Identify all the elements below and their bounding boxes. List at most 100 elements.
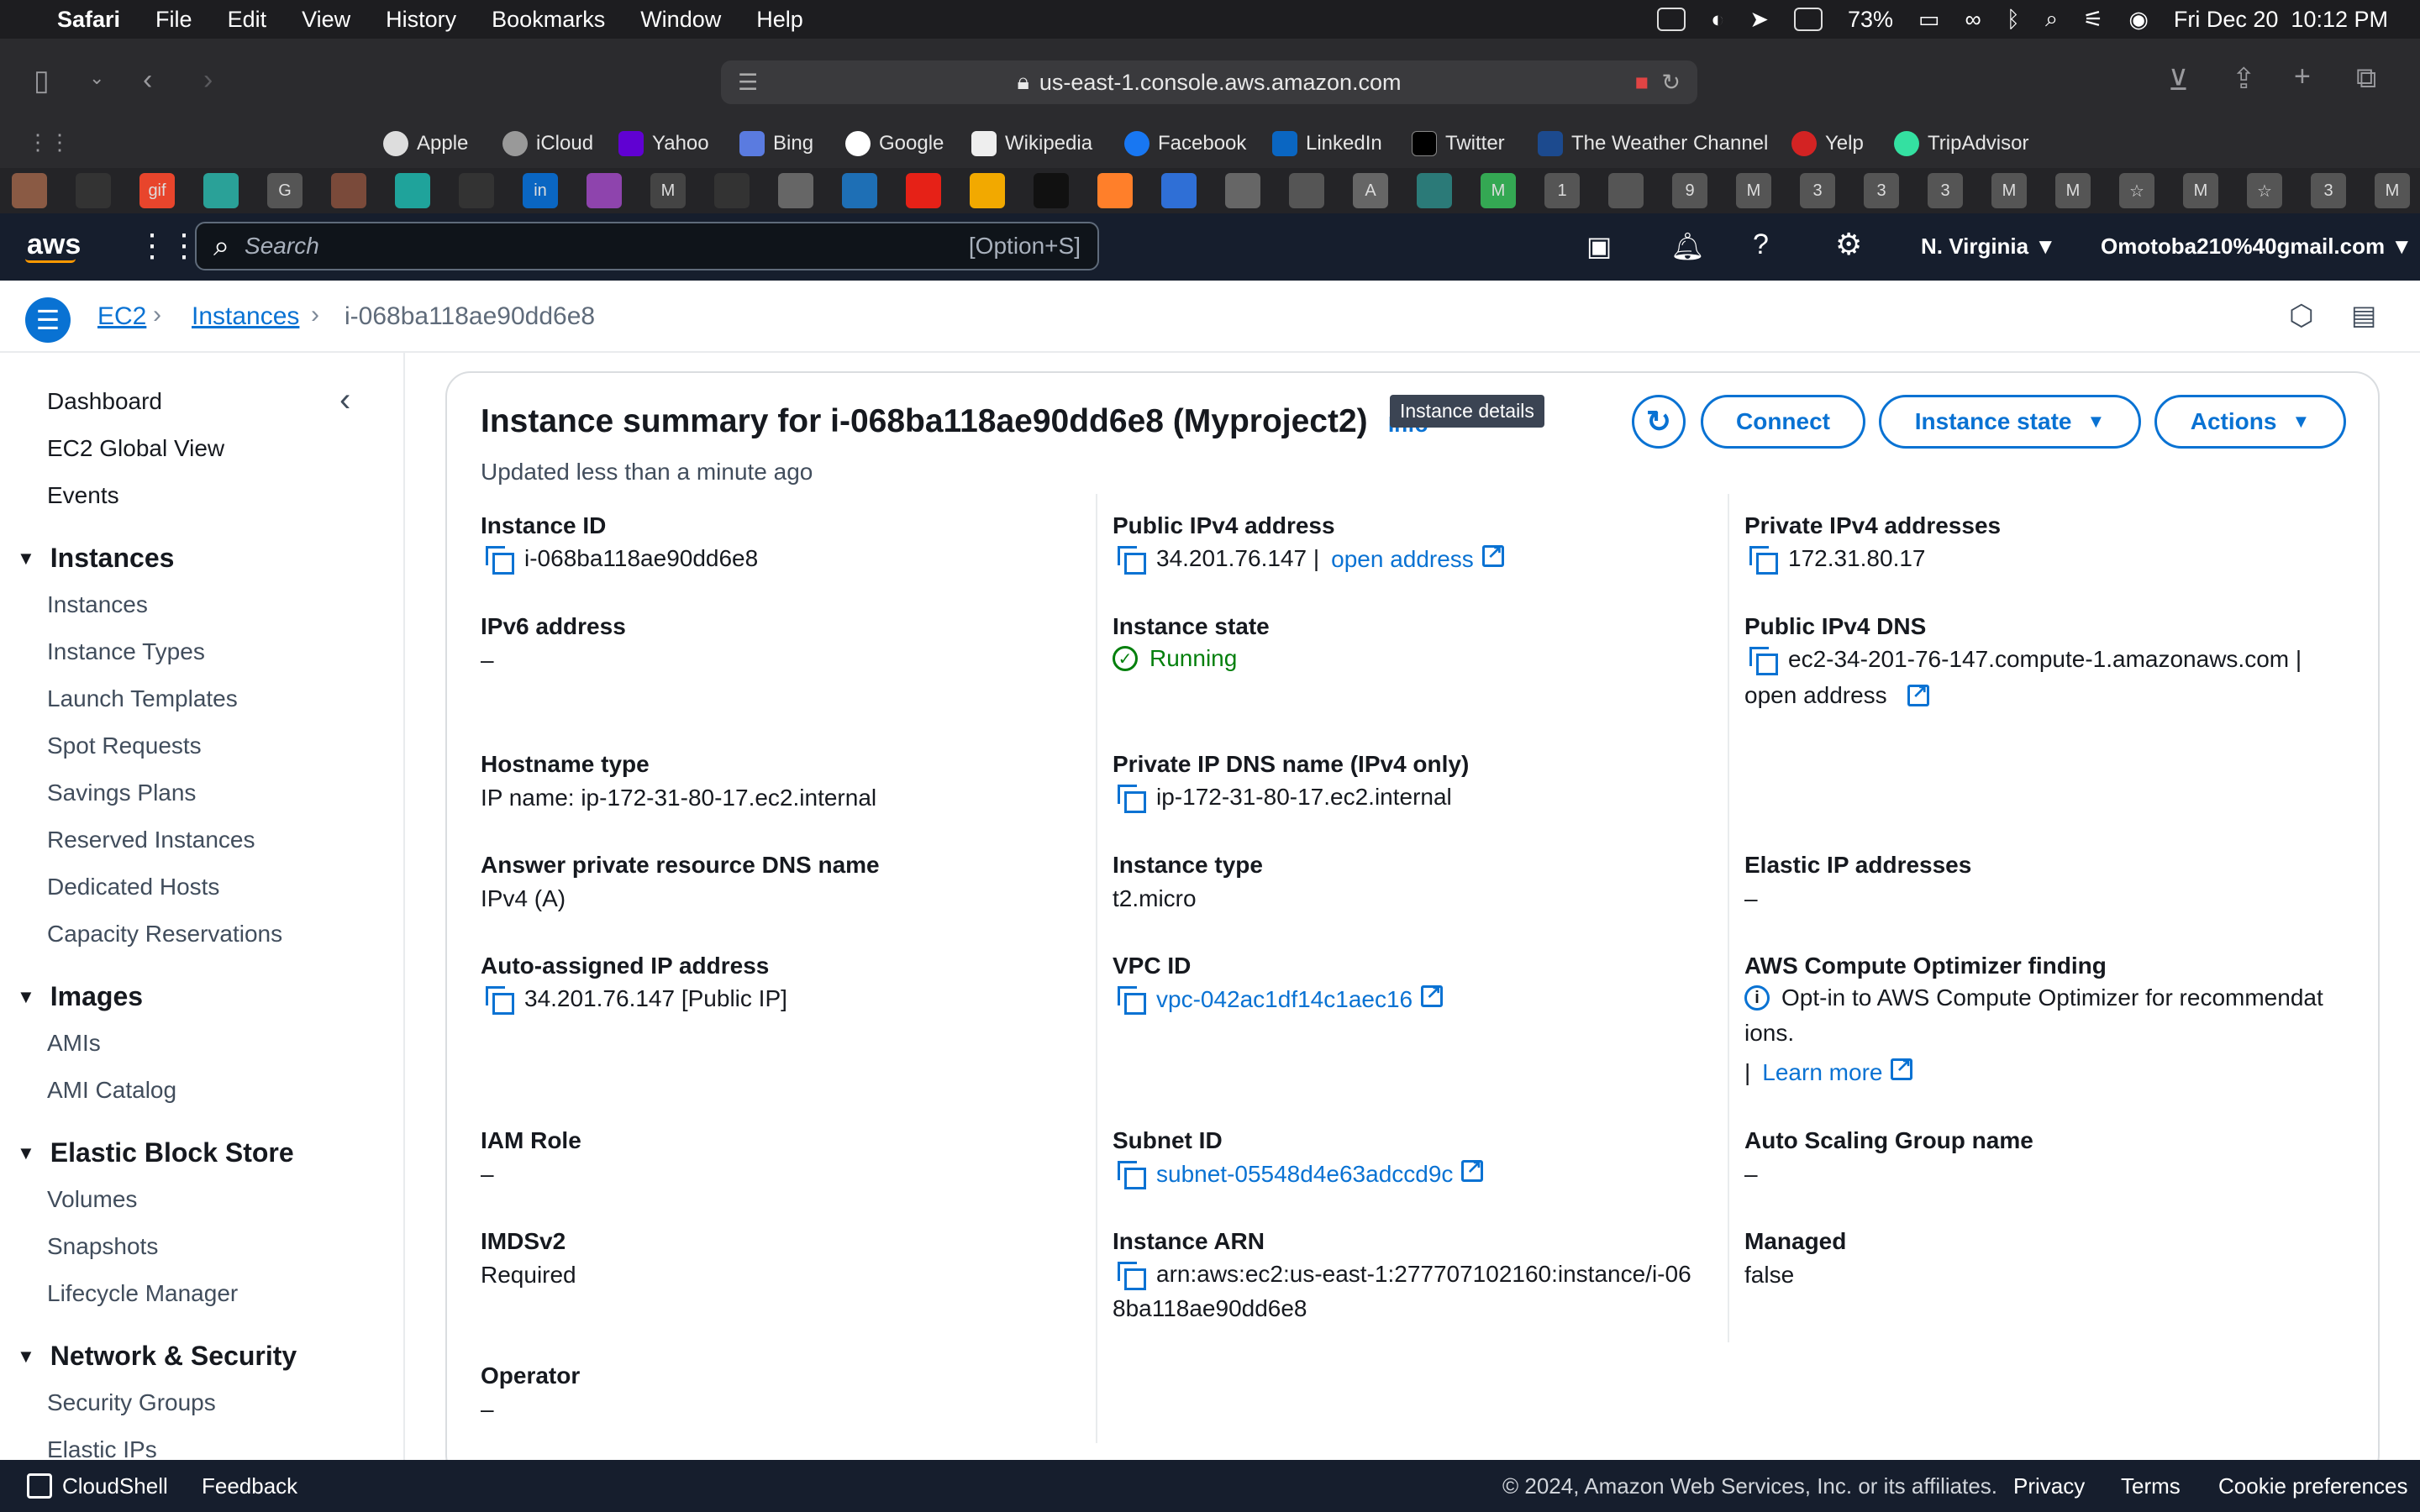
pinned-tab-icon[interactable] [842,173,877,208]
sidebar-item-ami-catalog[interactable]: AMI Catalog [47,1077,176,1104]
privacy-link[interactable]: Privacy [2013,1473,2085,1499]
page-menu-icon[interactable]: ☰ [738,70,758,96]
public-dns-open-address-link[interactable]: open address [1744,680,1929,709]
pinned-tab-icon[interactable] [203,173,239,208]
pinned-tab-icon[interactable] [1289,173,1324,208]
tutorial-panel-icon[interactable]: ▤ [2351,299,2376,331]
pinned-tab-icon[interactable]: ☆ [2119,173,2154,208]
address-bar[interactable]: ☰ 🔒︎ us-east-1.console.aws.amazon.com ■ … [721,60,1697,104]
new-tab-icon[interactable]: + [2294,60,2311,93]
pinned-tab-icon[interactable]: ☆ [2247,173,2282,208]
pinned-tab-icon[interactable]: gif [139,173,175,208]
pinned-tab-icon[interactable]: M [2055,173,2091,208]
battery-icon[interactable]: ▭ [1918,7,1940,33]
copy-icon[interactable] [1116,544,1146,575]
media-icon[interactable]: ◐ [1711,7,1724,33]
favorite-google[interactable]: Google [845,131,944,156]
menu-view[interactable]: View [302,7,350,33]
cloudshell-icon[interactable]: ▣ [1586,230,1612,262]
sidebar-section-images[interactable]: ▼ Images [17,981,143,1012]
sidebar-item-dashboard[interactable]: Dashboard [47,388,162,415]
reload-icon[interactable]: ↻ [1661,70,1681,96]
pinned-tab-icon[interactable] [1225,173,1260,208]
sidebar-item-spot-requests[interactable]: Spot Requests [47,732,202,759]
menu-edit[interactable]: Edit [228,7,267,33]
pinned-tab-icon[interactable] [906,173,941,208]
pinned-tab-icon[interactable] [1034,173,1069,208]
sidebar-item-capacity-reservations[interactable]: Capacity Reservations [47,921,282,948]
sidebar-item-instances[interactable]: Instances [47,591,148,618]
sidebar-item-snapshots[interactable]: Snapshots [47,1233,158,1260]
sidebar-item-events[interactable]: Events [47,482,119,509]
cookie-preferences-link[interactable]: Cookie preferences [2218,1473,2407,1499]
pinned-tab-icon[interactable]: M [1736,173,1771,208]
input-source-icon[interactable] [1793,8,1823,31]
connect-button[interactable]: Connect [1701,395,1865,449]
pinned-tab-icon[interactable]: A [1353,173,1388,208]
sidebar-item-security-groups[interactable]: Security Groups [47,1389,216,1416]
collapse-sidebar-icon[interactable]: ‹ [339,381,350,419]
actions-button[interactable]: Actions ▼ [2154,395,2346,449]
sidebar-item-volumes[interactable]: Volumes [47,1186,137,1213]
sidebar-item-global-view[interactable]: EC2 Global View [47,435,224,462]
share-icon[interactable]: ⇪ [2232,62,2256,96]
hexagon-icon[interactable]: ⬡ [2289,299,2314,333]
region-selector[interactable]: N. Virginia ▼ [1921,234,2056,260]
pinned-tab-icon[interactable]: 9 [1672,173,1707,208]
favorite-linkedin[interactable]: LinkedIn [1272,131,1382,156]
favorite-twitter[interactable]: Twitter [1412,131,1505,156]
sidebar-section-instances[interactable]: ▼ Instances [17,543,174,574]
breadcrumb-ec2[interactable]: EC2 [97,302,146,331]
menu-bookmarks[interactable]: Bookmarks [492,7,605,33]
favorite-bing[interactable]: Bing [739,131,813,156]
recording-icon[interactable]: ■ [1635,70,1649,96]
copy-icon[interactable] [1116,1159,1146,1189]
sidebar-section-network-security[interactable]: ▼ Network & Security [17,1341,297,1372]
siri-icon[interactable]: ◉ [2128,7,2149,33]
cloudshell-icon[interactable] [27,1473,52,1499]
menu-window[interactable]: Window [640,7,721,33]
pinned-tab-icon[interactable] [970,173,1005,208]
sidebar-item-reserved-instances[interactable]: Reserved Instances [47,827,255,853]
terms-link[interactable]: Terms [2121,1473,2181,1499]
menu-file[interactable]: File [155,7,192,33]
pinned-tab-icon[interactable] [1161,173,1197,208]
sidebar-toggle-icon[interactable]: ▯ [34,64,50,97]
favorite-yelp[interactable]: Yelp [1791,131,1864,156]
vpc-id-link[interactable]: vpc-042ac1df14c1aec16 [1156,981,1444,1013]
pinned-tab-icon[interactable]: M [2183,173,2218,208]
instance-state-button[interactable]: Instance state ▼ [1879,395,2141,449]
copy-icon[interactable] [1748,544,1778,575]
menu-app-name[interactable]: Safari [57,7,120,33]
pinned-tab-icon[interactable]: in [523,173,558,208]
pinned-tab-icon[interactable]: M [1481,173,1516,208]
copy-icon[interactable] [1116,984,1146,1015]
breadcrumb-instances[interactable]: Instances [192,302,299,331]
pinned-tab-icon[interactable]: 3 [1800,173,1835,208]
pinned-tab-icon[interactable]: 1 [1544,173,1580,208]
spotlight-search-icon[interactable]: ⌕ [2045,6,2058,33]
pinned-tab-icon[interactable] [587,173,622,208]
feedback-link[interactable]: Feedback [202,1473,297,1499]
pinned-tab-icon[interactable] [331,173,366,208]
menu-history[interactable]: History [386,7,456,33]
pinned-tab-icon[interactable] [1417,173,1452,208]
pinned-tab-icon[interactable]: 3 [2311,173,2346,208]
sidebar-item-savings-plans[interactable]: Savings Plans [47,780,196,806]
pinned-tab-icon[interactable] [459,173,494,208]
copy-icon[interactable] [484,984,514,1015]
notifications-bell-icon[interactable]: 🔔︎ [1670,230,1705,262]
sidebar-item-lifecycle-manager[interactable]: Lifecycle Manager [47,1280,238,1307]
favorite-weather-channel[interactable]: The Weather Channel [1538,131,1768,156]
menu-help[interactable]: Help [756,7,803,33]
pinned-tab-icon[interactable] [778,173,813,208]
favorite-tripadvisor[interactable]: TripAdvisor [1894,131,2028,156]
side-nav-menu-icon[interactable]: ☰ [25,297,71,343]
pinned-tab-icon[interactable]: 3 [1864,173,1899,208]
sidebar-item-dedicated-hosts[interactable]: Dedicated Hosts [47,874,219,900]
pinned-tab-icon[interactable] [12,173,47,208]
settings-gear-icon[interactable]: ⚙ [1835,227,1862,262]
help-icon[interactable]: ? [1753,228,1769,261]
copy-icon[interactable] [1116,783,1146,813]
copy-icon[interactable] [1748,645,1778,675]
